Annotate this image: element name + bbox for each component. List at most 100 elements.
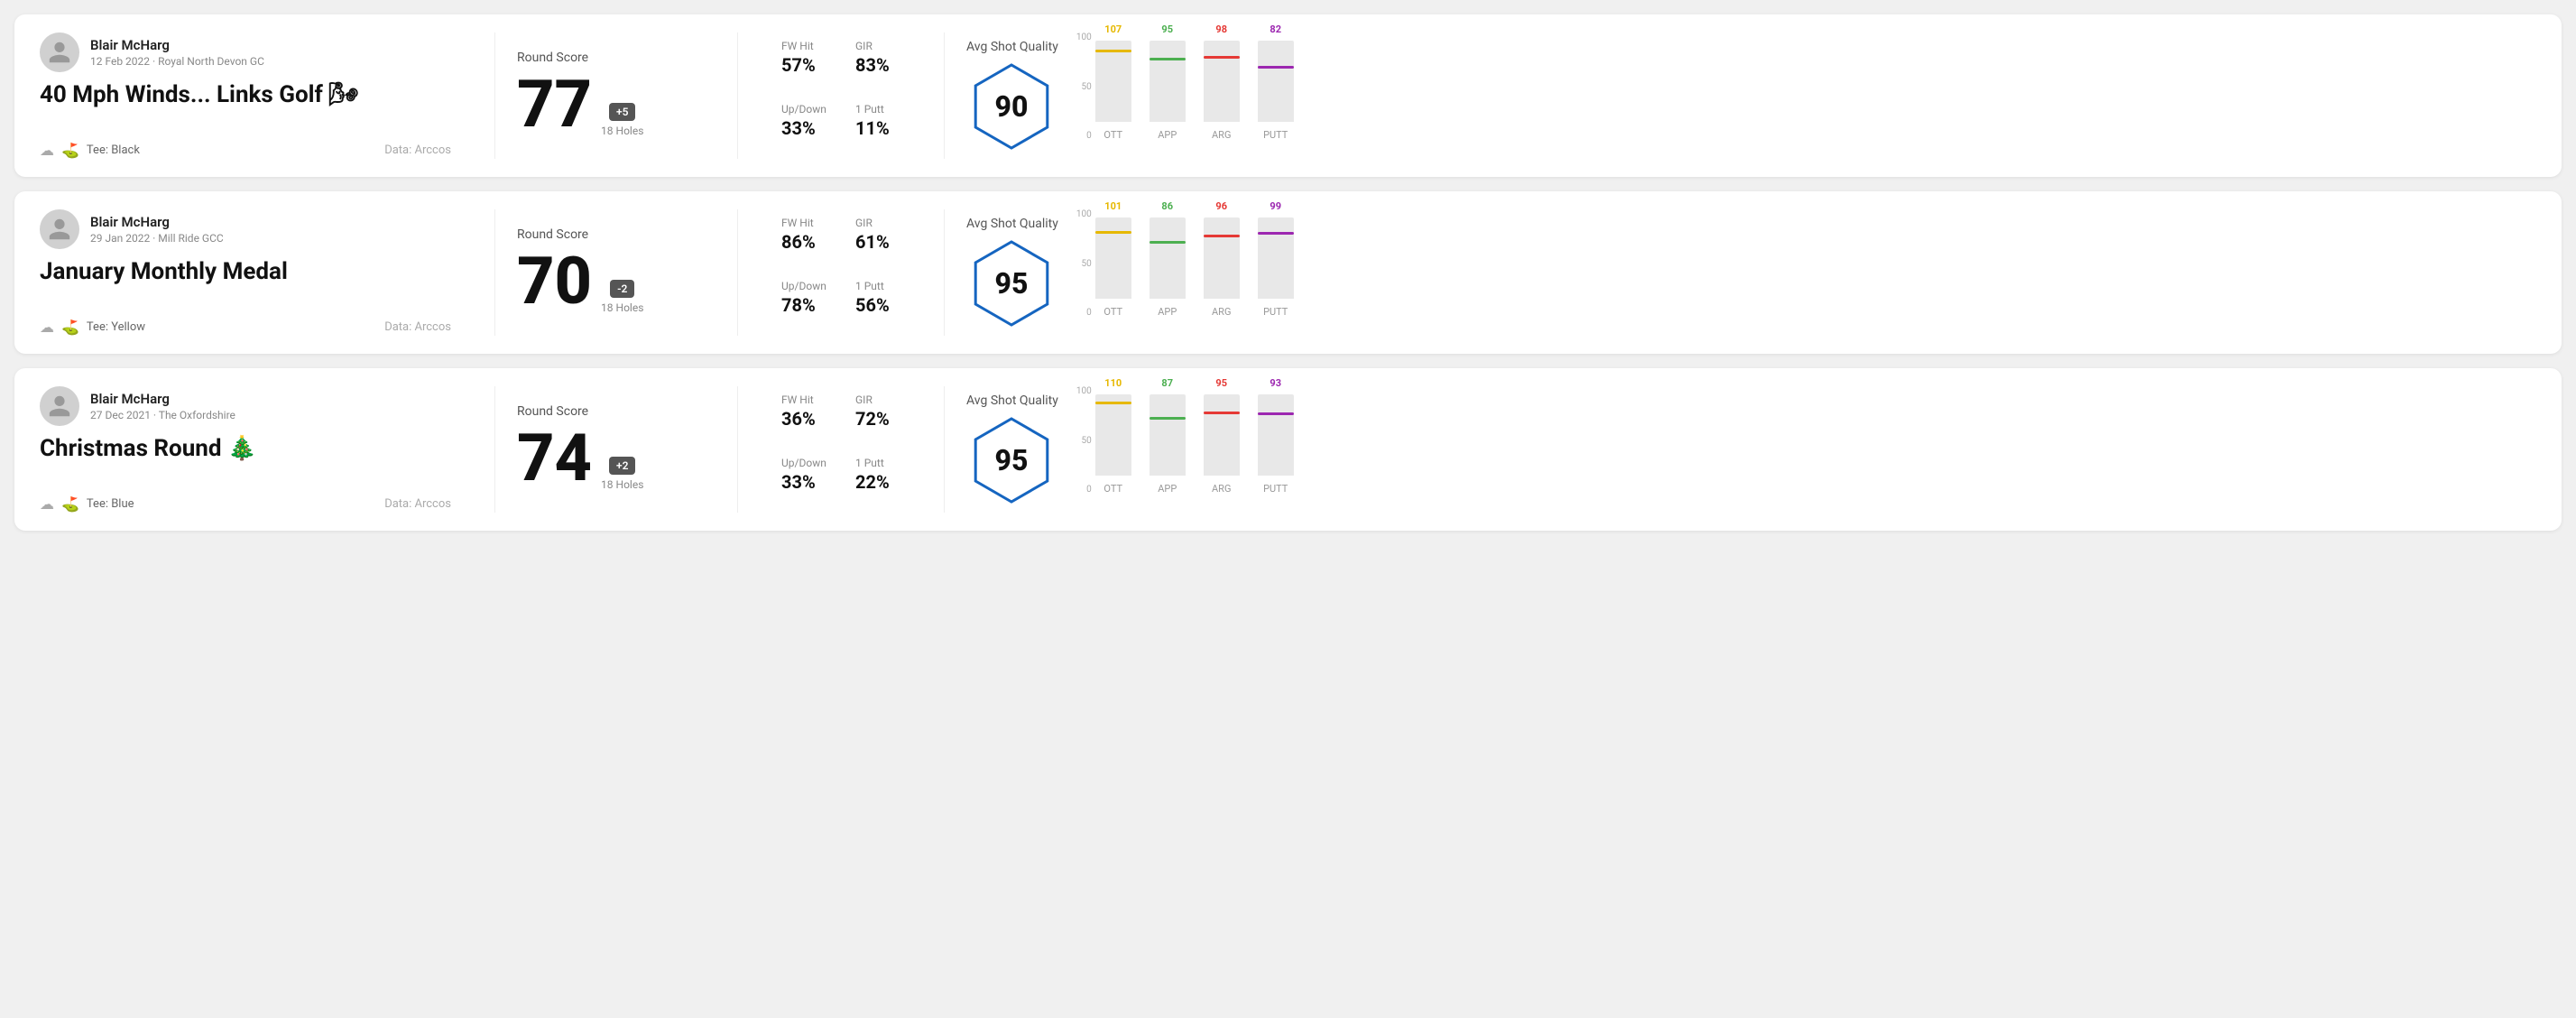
bar-background [1095,394,1131,476]
user-row: Blair McHarg 29 Jan 2022 · Mill Ride GCC [40,209,451,249]
bar-marker [1258,66,1294,69]
bag-icon: ⛳ [61,142,79,159]
bar-marker [1258,412,1294,415]
quality-col: Avg Shot Quality 95 [966,393,1058,505]
fw-hit-label: FW Hit [781,217,826,229]
bar-background [1095,41,1131,122]
updown-cell: Up/Down 33% [767,96,841,159]
updown-value: 78% [781,294,826,316]
bar-value: 99 [1270,200,1281,212]
bar-background [1204,217,1240,299]
gir-label: GIR [855,40,900,52]
bar-group-ott: 101 OTT [1095,200,1131,318]
bar-label: PUTT [1263,306,1288,318]
avatar [40,32,79,72]
card-left: Blair McHarg 12 Feb 2022 · Royal North D… [40,32,473,159]
score-section: Round Score 74 +2 18 Holes [517,386,716,513]
bar-chart: 100 50 0 101 OTT 86 [1076,209,2536,336]
tee-data-row: ☁ ⛳ Tee: Blue Data: Arccos [40,495,451,513]
bar-background [1150,217,1186,299]
bar-value: 101 [1104,200,1122,212]
updown-value: 33% [781,471,826,493]
fw-hit-label: FW Hit [781,393,826,406]
bar-label: OTT [1103,483,1122,495]
bar-label: PUTT [1263,483,1288,495]
score-diff-badge: -2 [610,280,634,298]
round-title: January Monthly Medal [40,258,451,285]
oneputt-value: 22% [855,471,900,493]
data-source: Data: Arccos [384,320,451,334]
score-row: 74 +2 18 Holes [517,426,716,491]
bar-marker [1095,402,1131,404]
updown-label: Up/Down [781,103,826,116]
divider [737,209,738,336]
bar-background [1258,394,1294,476]
oneputt-cell: 1 Putt 56% [841,273,915,336]
fw-hit-value: 86% [781,231,826,253]
hex-score-value: 90 [995,89,1029,124]
holes-label: 18 Holes [601,301,643,314]
bar-label: ARG [1212,306,1231,318]
round-score-label: Round Score [517,51,716,65]
bar-value: 93 [1270,377,1281,389]
date-course: 27 Dec 2021 · The Oxfordshire [90,409,235,421]
score-row: 77 +5 18 Holes [517,72,716,137]
tee-label: Tee: Black [87,143,140,157]
score-section: Round Score 77 +5 18 Holes [517,32,716,159]
round-card: Blair McHarg 29 Jan 2022 · Mill Ride GCC… [14,191,2562,354]
bar-visual [1095,394,1131,476]
divider [944,386,945,513]
bar-value: 86 [1161,200,1173,212]
fw-hit-label: FW Hit [781,40,826,52]
divider [494,209,495,336]
bar-group-app: 95 APP [1150,23,1186,141]
user-name: Blair McHarg [90,37,264,53]
bar-group-arg: 95 ARG [1204,377,1240,495]
y-axis: 100 50 0 [1076,209,1095,336]
bar-group-arg: 98 ARG [1204,23,1240,141]
gir-cell: GIR 61% [841,209,915,273]
updown-cell: Up/Down 78% [767,273,841,336]
divider [944,32,945,159]
tee-info: ☁ ⛳ Tee: Blue [40,495,134,513]
bar-marker [1204,56,1240,59]
updown-label: Up/Down [781,280,826,292]
bar-value: 96 [1215,200,1227,212]
bar-background [1204,394,1240,476]
tee-label: Tee: Blue [87,497,134,511]
gir-cell: GIR 72% [841,386,915,449]
quality-section: Avg Shot Quality 95 100 50 0 [966,209,2536,336]
y-axis: 100 50 0 [1076,32,1095,159]
divider [494,32,495,159]
date-course: 12 Feb 2022 · Royal North Devon GC [90,55,264,68]
bar-group-arg: 96 ARG [1204,200,1240,318]
bar-visual [1095,217,1131,299]
user-row: Blair McHarg 12 Feb 2022 · Royal North D… [40,32,451,72]
bar-visual [1150,41,1186,122]
bar-label: PUTT [1263,129,1288,141]
bar-value: 87 [1161,377,1173,389]
user-name: Blair McHarg [90,214,224,230]
stats-grid: FW Hit 86% GIR 61% Up/Down 78% 1 Putt 56… [760,209,922,336]
bag-icon: ⛳ [61,319,79,336]
score-badge: +5 18 Holes [601,103,643,137]
stats-grid: FW Hit 57% GIR 83% Up/Down 33% 1 Putt 11… [760,32,922,159]
round-title: 40 Mph Winds... Links Golf 🌬 [40,81,451,108]
stats-grid: FW Hit 36% GIR 72% Up/Down 33% 1 Putt 22… [760,386,922,513]
bar-group-putt: 93 PUTT [1258,377,1294,495]
quality-section: Avg Shot Quality 95 100 50 0 [966,386,2536,513]
score-section: Round Score 70 -2 18 Holes [517,209,716,336]
quality-col: Avg Shot Quality 95 [966,217,1058,329]
avg-shot-quality-label: Avg Shot Quality [966,40,1058,54]
score-badge: +2 18 Holes [601,457,643,491]
bar-label: OTT [1103,306,1122,318]
card-left: Blair McHarg 29 Jan 2022 · Mill Ride GCC… [40,209,473,336]
bar-visual [1258,41,1294,122]
bar-group-putt: 82 PUTT [1258,23,1294,141]
avg-shot-quality-label: Avg Shot Quality [966,393,1058,408]
bar-group-ott: 110 OTT [1095,377,1131,495]
bar-visual [1258,394,1294,476]
tee-data-row: ☁ ⛳ Tee: Yellow Data: Arccos [40,319,451,336]
divider [737,32,738,159]
bar-group-app: 86 APP [1150,200,1186,318]
